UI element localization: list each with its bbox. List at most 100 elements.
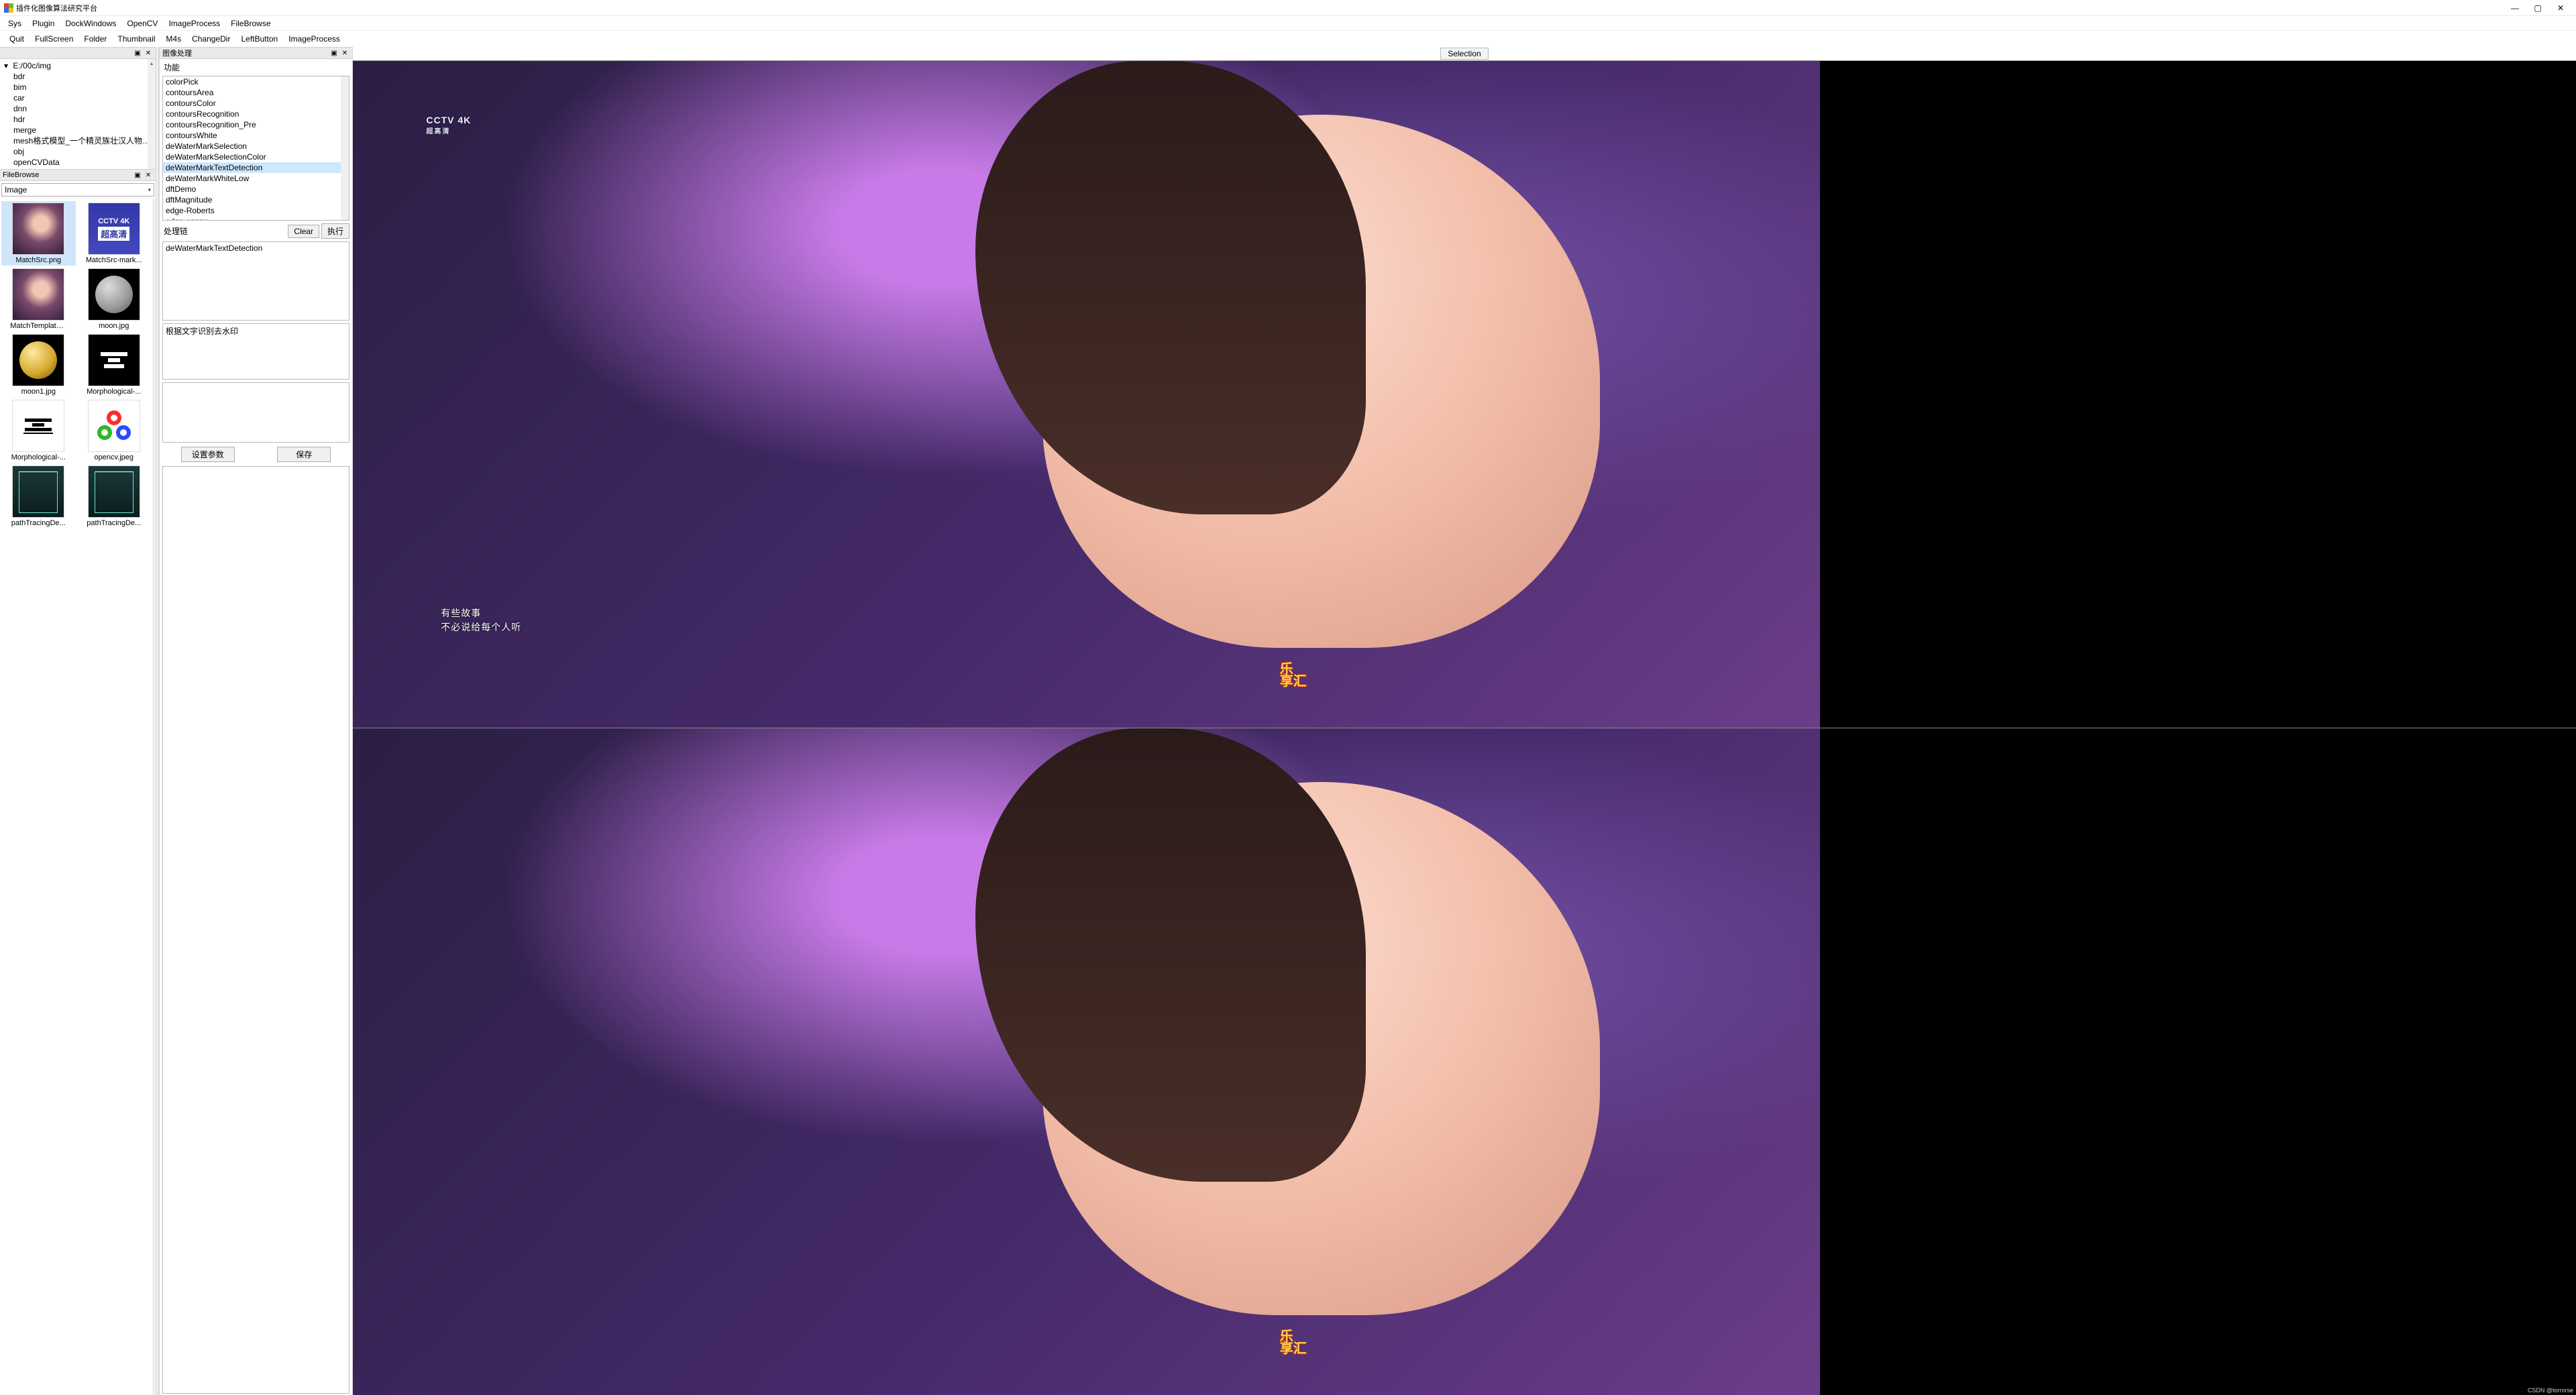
filebrowse-title: FileBrowse — [3, 171, 39, 179]
imgproc-close-icon[interactable]: ✕ — [340, 48, 350, 58]
thumbnail-item[interactable]: opencv.jpeg — [77, 398, 152, 463]
thumbnail-label: Morphological-... — [87, 386, 141, 396]
thumbnail-item[interactable]: CCTV 4K超高清MatchSrc-mark... — [77, 201, 152, 266]
tree-item[interactable]: obj — [0, 146, 156, 157]
listbox-scrollbar[interactable] — [341, 76, 349, 220]
function-item[interactable]: edge-Roberts — [163, 205, 349, 216]
tree-float-icon[interactable]: ▣ — [133, 48, 142, 58]
tree-item[interactable]: car — [0, 93, 156, 103]
csdn-watermark: CSDN @torrorse — [2528, 1387, 2573, 1394]
filebrowse-splitter[interactable] — [152, 199, 156, 1395]
tb-quit[interactable]: Quit — [4, 33, 30, 45]
function-item[interactable]: contoursRecognition_Pre — [163, 119, 349, 130]
thumbnail-item[interactable]: MatchSrc.png — [1, 201, 76, 266]
viewer-tab-row: Selection — [353, 47, 2576, 60]
minimize-button[interactable]: — — [2504, 1, 2526, 15]
chevron-down-icon: ▾ — [4, 61, 11, 70]
thumbnail-label: moon1.jpg — [21, 386, 56, 396]
function-item[interactable]: contoursRecognition — [163, 109, 349, 119]
imgproc-float-icon[interactable]: ▣ — [329, 48, 339, 58]
menu-plugin[interactable]: Plugin — [27, 17, 60, 30]
function-item[interactable]: contoursArea — [163, 87, 349, 98]
tree-root-label: E:/00c/img — [13, 61, 51, 70]
menu-imageprocess[interactable]: ImageProcess — [163, 17, 225, 30]
menu-dockwindows[interactable]: DockWindows — [60, 17, 121, 30]
tb-changedir[interactable]: ChangeDir — [186, 33, 235, 45]
menu-opencv[interactable]: OpenCV — [121, 17, 163, 30]
viewer-panel: Selection CCTV 4K 超高清 有些故事不必说给每个人听 乐享汇 — [352, 47, 2576, 1395]
tree-item[interactable]: hdr — [0, 114, 156, 125]
params-textbox[interactable] — [162, 382, 350, 443]
folder-tree[interactable]: ▾ E:/00c/img bdr bim car dnn hdr merge m… — [0, 59, 156, 169]
thumbnail-image — [88, 268, 140, 321]
tree-item[interactable]: qsplat — [0, 168, 156, 169]
maximize-button[interactable]: ▢ — [2526, 1, 2549, 15]
tb-fullscreen[interactable]: FullScreen — [30, 33, 78, 45]
tree-item[interactable]: dnn — [0, 103, 156, 114]
function-item[interactable]: deWaterMarkTextDetection — [163, 162, 349, 173]
tb-thumbnail[interactable]: Thumbnail — [112, 33, 160, 45]
tb-leftbutton[interactable]: LeftButton — [235, 33, 283, 45]
tree-item[interactable]: mesh格式模型_一个精灵族壮汉人物模... — [0, 135, 156, 146]
output-textbox[interactable] — [162, 466, 350, 1394]
tree-item[interactable]: merge — [0, 125, 156, 135]
selection-tab[interactable]: Selection — [1440, 48, 1488, 60]
thumbnail-item[interactable]: moon1.jpg — [1, 333, 76, 397]
tree-item[interactable]: openCVData — [0, 157, 156, 168]
set-params-button[interactable]: 设置参数 — [181, 447, 235, 462]
cctv-watermark: CCTV 4K 超高清 — [426, 115, 471, 135]
chevron-down-icon: ▾ — [148, 186, 151, 194]
close-button[interactable]: ✕ — [2549, 1, 2572, 15]
function-item[interactable]: deWaterMarkWhiteLow — [163, 173, 349, 184]
functions-listbox[interactable]: colorPickcontoursAreacontoursColorcontou… — [162, 76, 350, 221]
function-item[interactable]: dftDemo — [163, 184, 349, 194]
filebrowse-close-icon[interactable]: ✕ — [144, 170, 153, 180]
thumbnail-label: pathTracingDe... — [87, 518, 141, 527]
thumbnail-item[interactable]: Morphological-... — [77, 333, 152, 397]
image-original-pane[interactable]: CCTV 4K 超高清 有些故事不必说给每个人听 乐享汇 — [353, 60, 2576, 728]
function-item[interactable]: dftMagnitude — [163, 194, 349, 205]
chain-textbox[interactable]: deWaterMarkTextDetection — [162, 241, 350, 321]
function-item[interactable]: deWaterMarkSelection — [163, 141, 349, 152]
main-area: ▣ ✕ ▾ E:/00c/img bdr bim car dnn hdr mer… — [0, 47, 2576, 1395]
menu-sys[interactable]: Sys — [3, 17, 27, 30]
image-result-pane[interactable]: 乐享汇 — [353, 728, 2576, 1395]
tree-item[interactable]: bdr — [0, 71, 156, 82]
show-logo-watermark: 乐享汇 — [1280, 663, 1307, 687]
tree-item[interactable]: bim — [0, 82, 156, 93]
person-face — [1042, 782, 1600, 1315]
thumbnail-item[interactable]: moon.jpg — [77, 267, 152, 331]
save-button[interactable]: 保存 — [277, 447, 331, 462]
app-icon — [4, 3, 13, 13]
scroll-up-icon[interactable]: ▴ — [148, 59, 156, 67]
function-item[interactable]: contoursColor — [163, 98, 349, 109]
filebrowse-panel: Image ▾ MatchSrc.pngCCTV 4K超高清MatchSrc-m… — [0, 181, 156, 1395]
tree-close-icon[interactable]: ✕ — [144, 48, 153, 58]
function-item[interactable]: edge-canny — [163, 216, 349, 221]
thumbnail-item[interactable]: pathTracingDe... — [1, 464, 76, 528]
window-title: 插件化图像算法研究平台 — [16, 3, 2504, 13]
description-textbox[interactable]: 根据文字识别去水印 — [162, 323, 350, 380]
thumbnail-image — [88, 465, 140, 518]
filter-combo[interactable]: Image ▾ — [1, 183, 154, 197]
function-item[interactable]: colorPick — [163, 76, 349, 87]
filebrowse-float-icon[interactable]: ▣ — [133, 170, 142, 180]
tree-scrollbar[interactable]: ▴ — [148, 59, 156, 169]
execute-button[interactable]: 执行 — [321, 223, 350, 239]
function-item[interactable]: contoursWhite — [163, 130, 349, 141]
function-item[interactable]: deWaterMarkSelectionColor — [163, 152, 349, 162]
thumbnail-image — [12, 400, 64, 452]
chain-label: 处理链 — [162, 225, 286, 237]
thumbnail-image: CCTV 4K超高清 — [88, 203, 140, 255]
tb-m4s[interactable]: M4s — [160, 33, 186, 45]
tb-folder[interactable]: Folder — [78, 33, 112, 45]
tb-imageprocess[interactable]: ImageProcess — [283, 33, 345, 45]
thumbnail-item[interactable]: pathTracingDe... — [77, 464, 152, 528]
thumbnail-grid[interactable]: MatchSrc.pngCCTV 4K超高清MatchSrc-mark...Ma… — [0, 199, 152, 1395]
tree-root[interactable]: ▾ E:/00c/img — [0, 60, 156, 71]
thumbnail-item[interactable]: MatchTemplate.... — [1, 267, 76, 331]
clear-button[interactable]: Clear — [288, 225, 319, 238]
thumbnail-label: Morphological-... — [11, 452, 66, 461]
thumbnail-item[interactable]: Morphological-... — [1, 398, 76, 463]
menu-filebrowse[interactable]: FileBrowse — [225, 17, 276, 30]
